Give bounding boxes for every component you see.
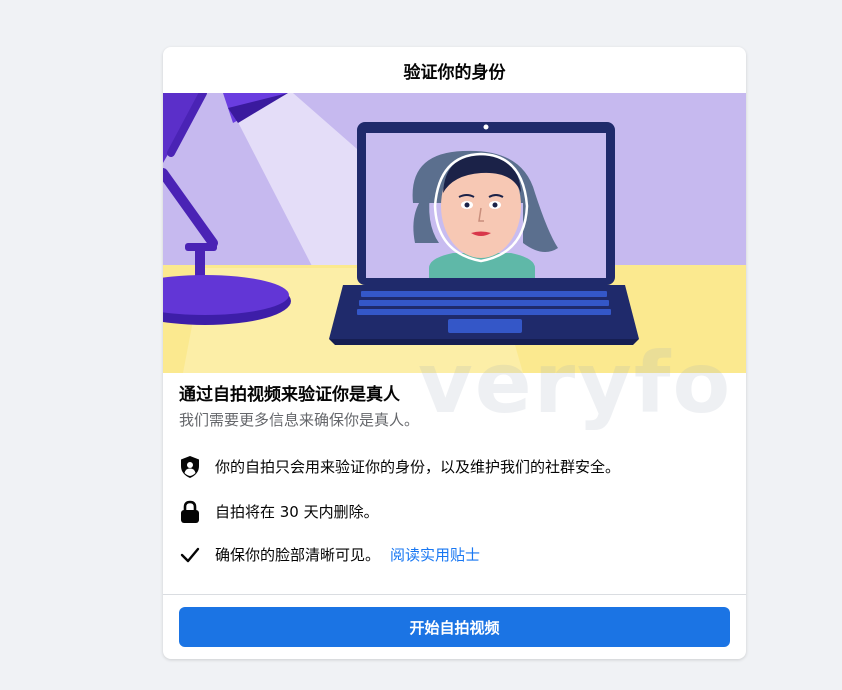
start-selfie-video-button[interactable]: 开始自拍视频 xyxy=(179,607,730,647)
deletion-bullet-text: 自拍将在 30 天内删除。 xyxy=(215,503,379,521)
laptop xyxy=(329,122,639,345)
content-subhead: 我们需要更多信息来确保你是真人。 xyxy=(179,411,420,429)
read-tips-link[interactable]: 阅读实用贴士 xyxy=(390,545,480,565)
footer-divider xyxy=(163,594,746,595)
deletion-bullet: 自拍将在 30 天内删除。 xyxy=(179,500,379,524)
selfie-illustration xyxy=(163,93,746,373)
face-visible-bullet-text: 确保你的脸部清晰可见。 xyxy=(215,546,381,564)
content-headline: 通过自拍视频来验证你是真人 xyxy=(179,385,400,405)
face-visible-bullet: 确保你的脸部清晰可见。 阅读实用贴士 xyxy=(179,543,480,567)
shield-user-icon xyxy=(179,455,201,479)
dialog-title: 验证你的身份 xyxy=(403,62,506,83)
identity-verification-dialog: 验证你的身份 veryfo 通过自拍视频来验证你是真人 我们需要更多信息来确保你… xyxy=(163,47,746,659)
checkmark-icon xyxy=(179,543,201,567)
privacy-bullet-text: 你的自拍只会用来验证你的身份，以及维护我们的社群安全。 xyxy=(215,458,621,476)
dialog-content: 通过自拍视频来验证你是真人 我们需要更多信息来确保你是真人。 你的自拍只会用来验… xyxy=(179,383,730,564)
privacy-bullet: 你的自拍只会用来验证你的身份，以及维护我们的社群安全。 xyxy=(179,455,620,479)
lock-icon xyxy=(179,500,201,524)
